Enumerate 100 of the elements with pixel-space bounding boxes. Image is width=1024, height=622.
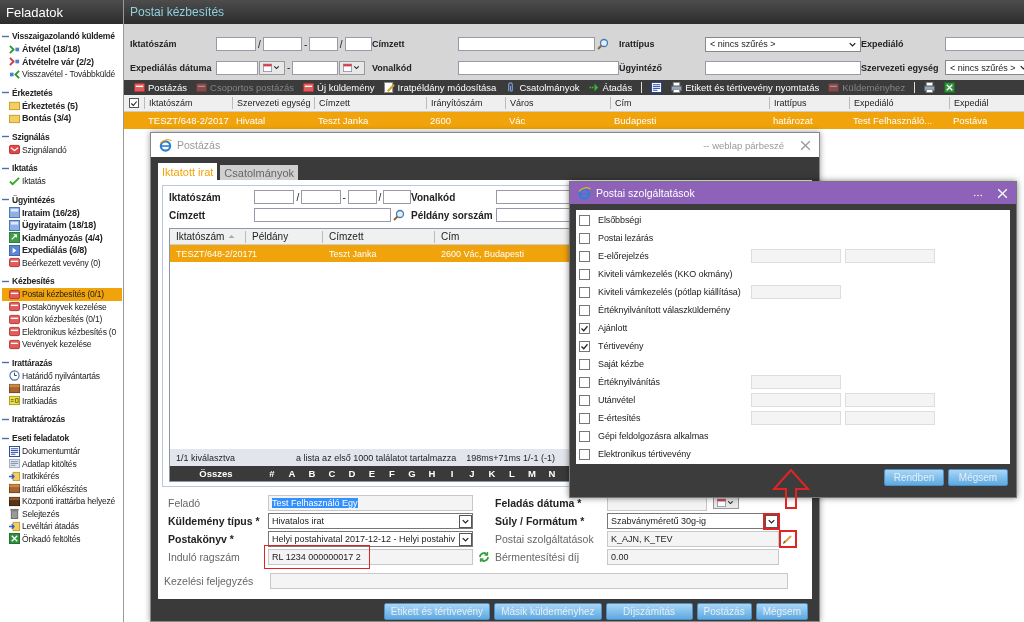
sidebar-item[interactable]: Iktatás xyxy=(2,175,122,188)
input-field[interactable] xyxy=(458,60,619,75)
input-field[interactable] xyxy=(705,60,861,75)
sidebar-item[interactable]: Határidő nyilvántartás xyxy=(2,369,122,382)
checkbox[interactable] xyxy=(579,268,590,280)
sidebar-item[interactable]: Iratkiadás xyxy=(2,394,122,407)
letter-filter[interactable]: M xyxy=(522,468,542,479)
calendar-button[interactable] xyxy=(259,60,285,75)
sidebar-item[interactable]: Ügyirataim (18/18) xyxy=(2,219,122,232)
input-field[interactable] xyxy=(262,37,302,52)
checkbox[interactable] xyxy=(579,376,590,388)
sidebar-item[interactable]: Szignálandó xyxy=(2,143,122,156)
sidebar-item[interactable]: Levéltári átadás xyxy=(2,520,122,533)
search-button[interactable] xyxy=(596,37,610,52)
search-button[interactable] xyxy=(392,208,406,222)
collapse-icon[interactable] xyxy=(2,89,9,96)
date-field[interactable] xyxy=(216,60,258,75)
column-header[interactable]: Expediál xyxy=(949,97,1024,109)
sidebar-item[interactable]: Iratkikérés xyxy=(2,470,122,483)
column-header[interactable]: Címzett xyxy=(323,230,435,243)
checkbox[interactable] xyxy=(129,98,139,108)
input-field[interactable]: K_AJN, K_TEV xyxy=(607,531,779,547)
sidebar-item[interactable]: Expediálás (6/8) xyxy=(2,244,122,257)
letter-filter[interactable]: G xyxy=(402,468,422,479)
sidebar-item[interactable]: Irataim (16/28) xyxy=(2,206,122,219)
edit-button[interactable] xyxy=(781,532,795,546)
sidebar-item[interactable]: Átvétel (18/18) xyxy=(2,43,122,56)
toolbar-button[interactable]: Iratpéldány módosítása xyxy=(383,82,497,93)
sidebar-item[interactable]: Elektronikus kézbesítés (0 xyxy=(2,325,122,338)
input-field[interactable] xyxy=(347,190,377,204)
sidebar-item[interactable]: Visszavétel - Továbbküldé xyxy=(2,68,122,81)
checkbox[interactable] xyxy=(579,412,590,424)
column-header[interactable]: Irányítószám xyxy=(426,97,505,109)
input-field[interactable] xyxy=(344,37,372,52)
toolbar-button[interactable]: Új küldemény xyxy=(303,82,375,93)
sidebar-item[interactable]: Átvételre vár (2/2) xyxy=(2,55,122,68)
dropdown[interactable]: < nincs szűrés > xyxy=(945,60,1024,76)
sidebar-item[interactable]: Postai kézbesítés (0/1) xyxy=(2,288,122,301)
checkbox[interactable] xyxy=(579,286,590,298)
column-header[interactable]: Címzett xyxy=(314,97,426,109)
letter-filter[interactable]: A xyxy=(282,468,302,479)
checkbox[interactable] xyxy=(579,340,590,352)
letter-filter[interactable]: C xyxy=(322,468,342,479)
sidebar-item[interactable]: Postakönyvek kezelése xyxy=(2,300,122,313)
input-field[interactable] xyxy=(270,573,788,589)
checkbox[interactable] xyxy=(579,394,590,406)
checkbox[interactable] xyxy=(579,304,590,316)
input-field[interactable] xyxy=(301,190,341,204)
toolbar-button[interactable]: Csatolmányok xyxy=(505,82,580,93)
calendar-button[interactable] xyxy=(339,60,366,75)
input-field[interactable] xyxy=(458,37,595,52)
letter-filter[interactable]: K xyxy=(482,468,502,479)
sidebar-item[interactable]: Irattári előkészítés xyxy=(2,482,122,495)
column-header[interactable]: Expediáló xyxy=(849,97,949,109)
letter-filter[interactable]: J xyxy=(462,468,482,479)
letter-filter[interactable]: Összes xyxy=(170,468,262,479)
dropdown[interactable]: Helyi postahivatal 2017-12-12 - Helyi postahiv xyxy=(268,531,473,547)
dropdown[interactable]: Szabványméretű 30g-ig xyxy=(607,513,779,529)
group-title[interactable]: Eseti feladatok xyxy=(12,433,69,443)
checkbox[interactable] xyxy=(579,430,590,442)
group-title[interactable]: Iktatás xyxy=(12,163,38,173)
checkbox[interactable] xyxy=(579,250,590,262)
tab[interactable]: Csatolmányok xyxy=(220,165,299,180)
toolbar-button[interactable] xyxy=(924,82,936,93)
input-field[interactable]: 0.00 xyxy=(607,549,779,565)
sidebar-item[interactable]: Önkadó feltöltés xyxy=(2,532,122,545)
checkbox[interactable] xyxy=(579,322,590,334)
letter-filter[interactable]: E xyxy=(362,468,382,479)
toolbar-button[interactable]: Etikett és tértivevény nyomtatás xyxy=(671,82,820,93)
column-header[interactable]: Iktatószám xyxy=(170,230,246,243)
sidebar-item[interactable]: Beérkezett vevény (0) xyxy=(2,256,122,269)
checkbox[interactable] xyxy=(579,448,590,460)
letter-filter[interactable]: # xyxy=(262,468,282,479)
refresh-button[interactable] xyxy=(477,550,491,564)
checkbox[interactable] xyxy=(579,214,590,226)
group-title[interactable]: Irattárazás xyxy=(12,357,53,368)
sidebar-item[interactable]: Kiadmányozás (4/4) xyxy=(2,231,122,244)
sidebar-item[interactable]: Irattárazás xyxy=(2,382,122,395)
dropdown[interactable]: < nincs szűrés > xyxy=(705,36,861,52)
sidebar-item[interactable]: Bontás (3/4) xyxy=(2,112,122,125)
sidebar-item[interactable]: Vevények kezelése xyxy=(2,338,122,351)
date-field[interactable] xyxy=(292,60,339,75)
checkbox[interactable] xyxy=(579,358,590,370)
toolbar-button[interactable] xyxy=(944,82,956,93)
close-button[interactable] xyxy=(799,139,811,151)
input-field[interactable] xyxy=(309,37,338,52)
letter-filter[interactable]: B xyxy=(302,468,322,479)
group-title[interactable]: Érkeztetés xyxy=(12,87,53,98)
column-header[interactable]: Irattípus xyxy=(769,97,849,109)
sidebar-item[interactable]: Dokumentumtár xyxy=(2,445,122,458)
collapse-icon[interactable] xyxy=(2,359,9,366)
collapse-icon[interactable] xyxy=(2,196,9,203)
sidebar-item[interactable]: Érkeztetés (5) xyxy=(2,99,122,112)
checkbox[interactable] xyxy=(579,232,590,244)
input-field[interactable] xyxy=(254,208,391,222)
letter-filter[interactable]: H xyxy=(422,468,442,479)
toolbar-button[interactable]: Átadás xyxy=(588,82,633,93)
column-header[interactable]: Cím xyxy=(610,97,769,109)
column-header[interactable]: Iktatószám xyxy=(144,97,232,109)
dropdown[interactable]: Hivatalos irat xyxy=(268,513,473,529)
